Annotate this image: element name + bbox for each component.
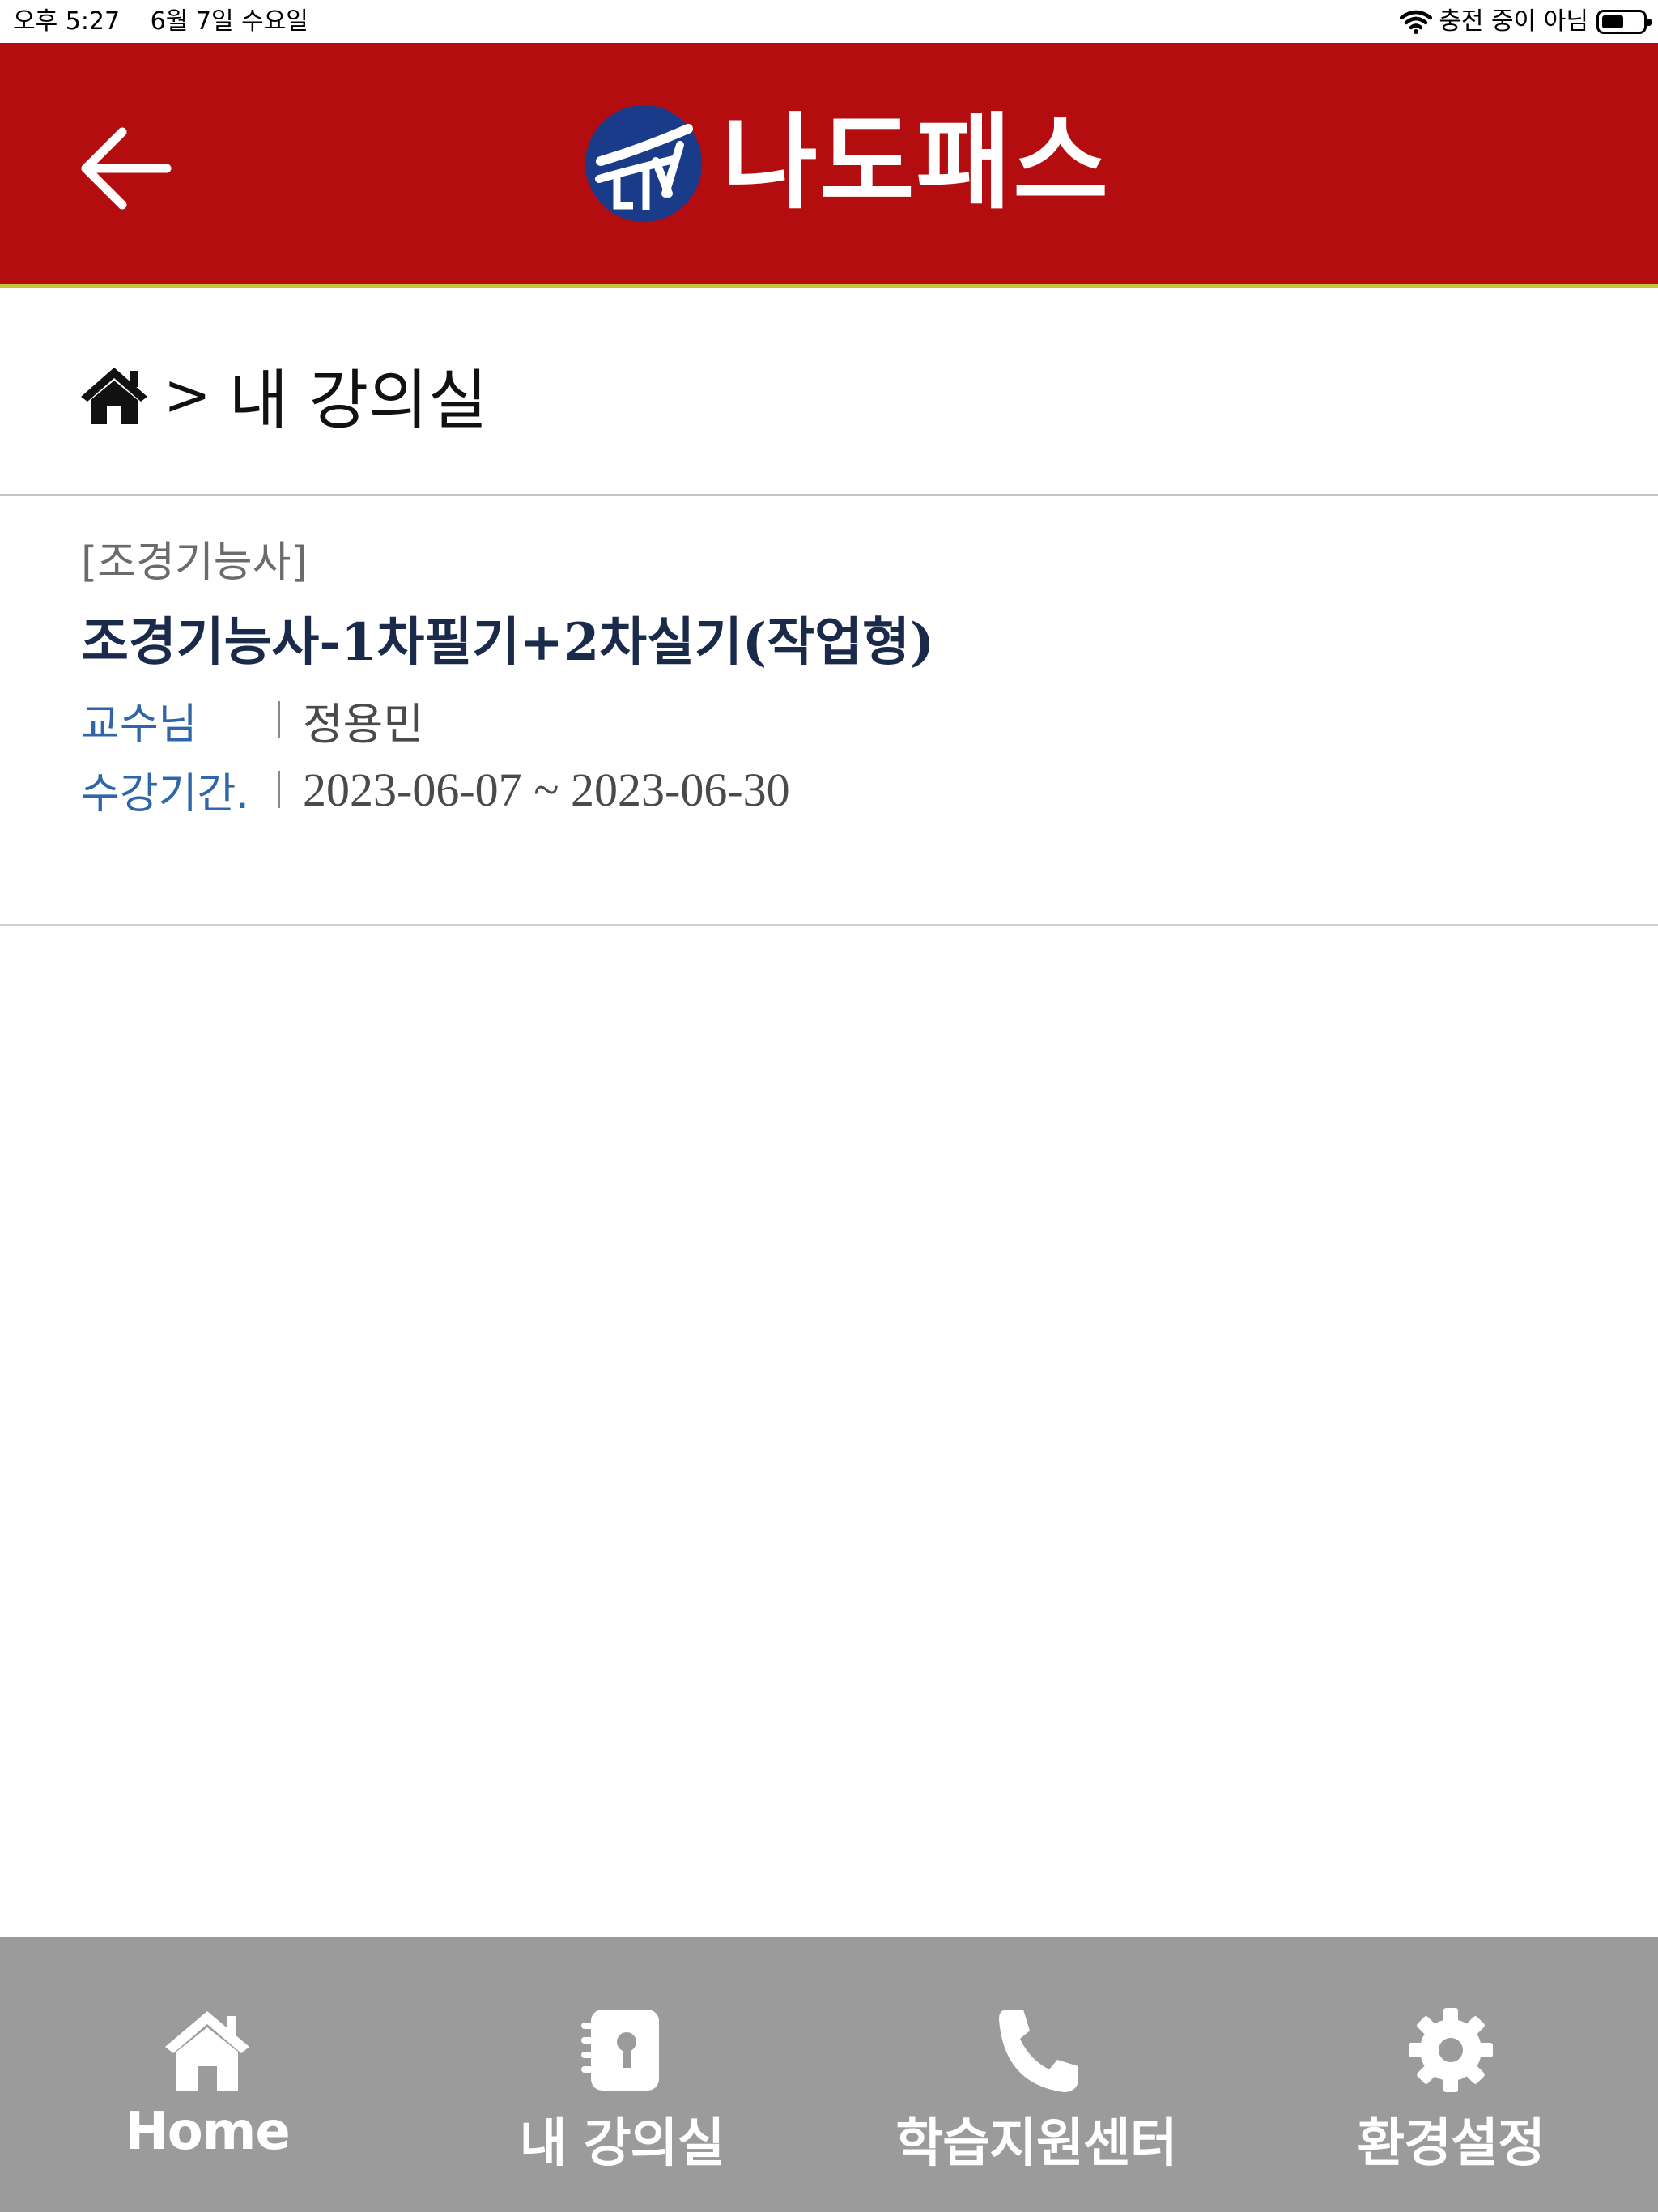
professor-label: 교수님: [81, 700, 198, 749]
charging-status: 충전 중이 아님: [1439, 7, 1588, 36]
meta-separator: [278, 771, 280, 808]
nav-my-classroom-label: 내 강의실: [519, 2114, 725, 2174]
divider: [0, 494, 1658, 496]
nav-home-label: Home: [125, 2102, 291, 2162]
notebook-icon: [581, 2010, 659, 2091]
nav-settings[interactable]: 환경설정: [1244, 1937, 1658, 2212]
period-row: 수강기간. 2023-06-07 ~ 2023-06-30: [81, 755, 1619, 824]
breadcrumb-current: 내 강의실: [228, 363, 488, 438]
nav-support-center-label: 학습지원센터: [895, 2114, 1177, 2174]
logo-text: 나도패스: [722, 103, 1111, 223]
bottom-nav: Home 내 강의실 학습지원센터 환경설정: [0, 1937, 1658, 2212]
battery-icon: [1596, 9, 1652, 34]
period-label: 수강기간.: [81, 769, 249, 819]
wifi-icon: [1400, 10, 1433, 34]
course-category: [조경기능사]: [81, 538, 308, 587]
breadcrumb: > 내 강의실: [79, 355, 488, 438]
nav-home[interactable]: Home: [0, 1937, 414, 2212]
breadcrumb-separator: >: [164, 362, 211, 428]
nav-support-center[interactable]: 학습지원센터: [829, 1937, 1244, 2212]
app-logo[interactable]: 나도패스: [585, 104, 1110, 223]
home-icon: [165, 2011, 249, 2091]
app-header: 나도패스: [0, 43, 1658, 288]
status-bar: 오후 5:27 6월 7일 수요일 충전 중이 아님: [0, 0, 1658, 43]
status-date: 6월 7일 수요일: [150, 7, 308, 36]
gear-icon: [1409, 2008, 1493, 2092]
professor-row: 교수님 정용민: [81, 685, 1619, 755]
meta-separator: [278, 701, 280, 738]
home-icon[interactable]: [79, 364, 149, 426]
divider: [0, 924, 1658, 926]
status-time: 오후 5:27: [13, 7, 121, 36]
nav-settings-label: 환경설정: [1357, 2114, 1545, 2174]
course-title[interactable]: 조경기능사-1차필기+2차실기(작업형): [81, 609, 1619, 677]
course-item[interactable]: [조경기능사] 조경기능사-1차필기+2차실기(작업형) 교수님 정용민 수강기…: [81, 534, 1619, 824]
logo-mark-icon: [585, 105, 702, 222]
back-button[interactable]: [78, 124, 175, 213]
phone-icon: [999, 2010, 1078, 2092]
nav-my-classroom[interactable]: 내 강의실: [414, 1937, 829, 2212]
back-arrow-icon: [81, 127, 172, 210]
professor-name: 정용민: [303, 698, 424, 750]
period-value: 2023-06-07 ~ 2023-06-30: [303, 763, 790, 816]
